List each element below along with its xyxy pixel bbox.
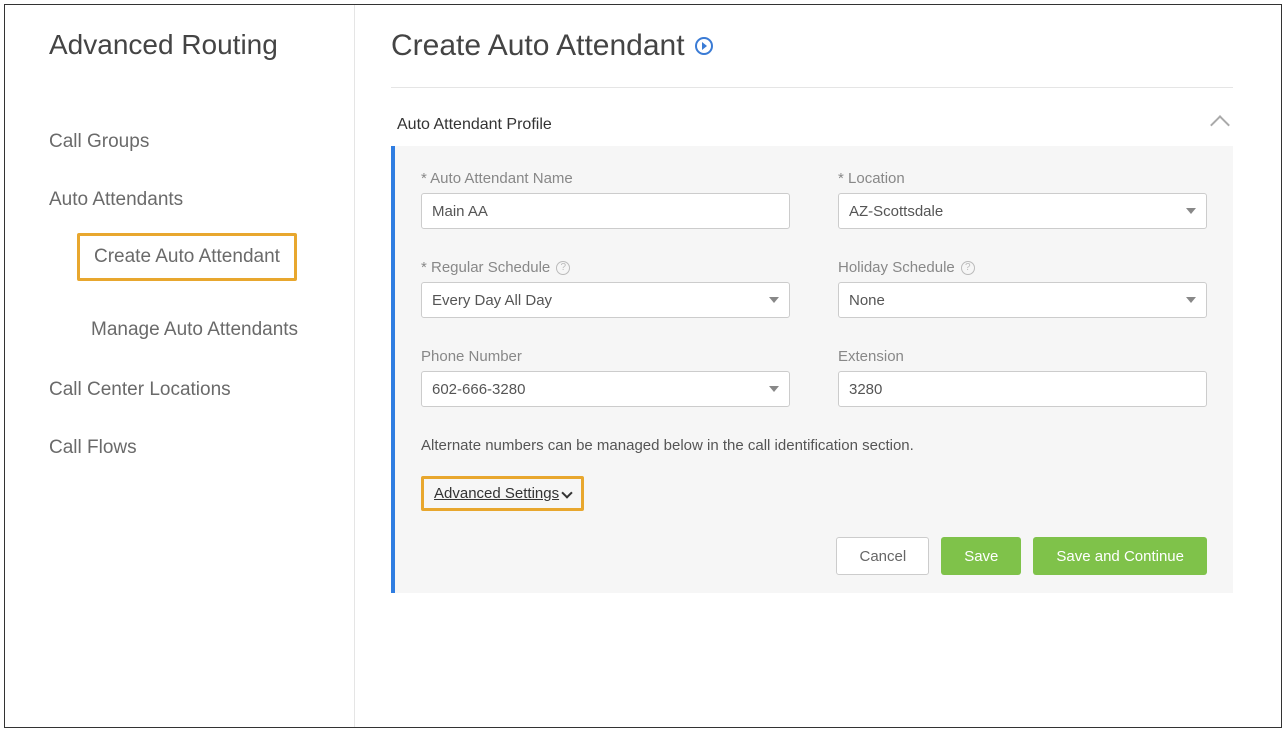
sidebar-item-call-center-locations[interactable]: Call Center Locations [49,379,354,401]
regular-schedule-value: Every Day All Day [432,292,552,309]
profile-panel: * Auto Attendant Name Main AA * Location… [391,146,1233,593]
advanced-settings-text: Advanced Settings [434,485,559,502]
sidebar-item-call-groups[interactable]: Call Groups [49,131,354,153]
holiday-schedule-label: Holiday Schedule ? [838,259,1207,276]
sidebar-item-auto-attendants[interactable]: Auto Attendants [49,189,354,211]
button-row: Cancel Save Save and Continue [421,537,1207,575]
extension-input[interactable]: 3280 [838,371,1207,407]
chevron-up-icon [1210,115,1230,135]
advanced-settings-highlight: Advanced Settings [421,476,584,511]
caret-down-icon [1186,297,1196,303]
phone-value: 602-666-3280 [432,381,525,398]
save-button[interactable]: Save [941,537,1021,575]
caret-down-icon [769,386,779,392]
help-icon[interactable]: ? [556,261,570,275]
advanced-settings-link[interactable]: Advanced Settings [424,479,581,508]
cancel-button[interactable]: Cancel [836,537,929,575]
phone-select[interactable]: 602-666-3280 [421,371,790,407]
sidebar-subitem-create-auto-attendant[interactable]: Create Auto Attendant [77,233,297,281]
regular-schedule-label: * Regular Schedule ? [421,259,790,276]
section-header[interactable]: Auto Attendant Profile [391,116,1233,134]
regular-schedule-label-text: * Regular Schedule [421,259,550,276]
alternate-numbers-note: Alternate numbers can be managed below i… [421,437,1207,454]
sidebar-subitem-manage-auto-attendants[interactable]: Manage Auto Attendants [77,309,312,351]
holiday-schedule-label-text: Holiday Schedule [838,259,955,276]
sidebar-item-call-flows[interactable]: Call Flows [49,437,354,459]
section-title: Auto Attendant Profile [397,116,552,134]
name-input[interactable]: Main AA [421,193,790,229]
save-and-continue-button[interactable]: Save and Continue [1033,537,1207,575]
location-label: * Location [838,170,1207,187]
extension-value: 3280 [849,381,882,398]
sidebar-title: Advanced Routing [49,29,354,61]
caret-down-icon [1186,208,1196,214]
extension-label: Extension [838,348,1207,365]
name-label: * Auto Attendant Name [421,170,790,187]
holiday-schedule-select[interactable]: None [838,282,1207,318]
divider [391,87,1233,88]
phone-label: Phone Number [421,348,790,365]
page-title-row: Create Auto Attendant [391,29,1233,63]
page-title: Create Auto Attendant [391,29,685,63]
location-value: AZ-Scottsdale [849,203,943,220]
name-value: Main AA [432,203,488,220]
sidebar: Advanced Routing Call Groups Auto Attend… [5,5,355,727]
regular-schedule-select[interactable]: Every Day All Day [421,282,790,318]
play-video-icon[interactable] [695,37,713,55]
main-content: Create Auto Attendant Auto Attendant Pro… [355,5,1281,727]
location-select[interactable]: AZ-Scottsdale [838,193,1207,229]
chevron-down-icon [561,487,572,498]
help-icon[interactable]: ? [961,261,975,275]
caret-down-icon [769,297,779,303]
holiday-schedule-value: None [849,292,885,309]
